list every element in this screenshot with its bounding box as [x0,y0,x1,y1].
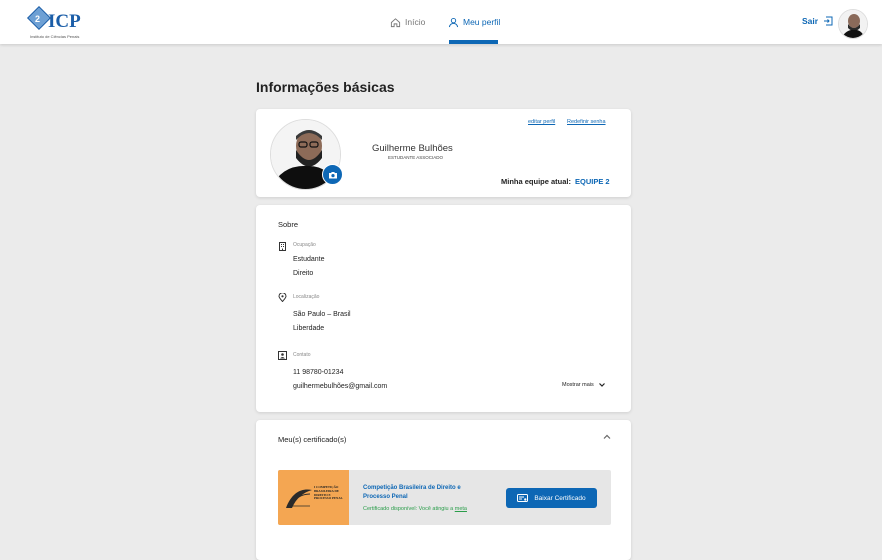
logo-text: ICP [48,11,81,32]
contact-label: Contato [293,352,311,358]
user-name: Guilherme Bulhões [372,143,453,154]
edit-profile-link[interactable]: editar perfil [528,119,555,125]
certificate-status: Certificado disponível: Você atingiu a m… [363,506,467,512]
certificate-thumbnail: I COMPETIÇÃO BRASILEIRA DE DIREITO E PRO… [278,470,349,525]
chevron-down-icon [598,383,605,387]
user-icon [448,17,459,27]
logo[interactable]: 2 ICP Instituto de Ciências Penais [26,5,82,41]
occupation-label: Ocupação [293,242,316,248]
nav-profile-label: Meu perfil [463,17,501,27]
location-line-2: Liberdade [293,325,325,332]
logout-button[interactable]: Sair [802,16,833,26]
logo-subtitle: Instituto de Ciências Penais [30,34,80,39]
certificates-title: Meu(s) certificado(s) [278,435,347,444]
occupation-line-1: Estudante [293,256,325,263]
contact-email: guilhermebulhões@gmail.com [293,383,388,390]
certificate-name: Competição Brasileira de Direito e Proce… [363,485,461,500]
page-title: Informações básicas [256,79,395,95]
show-more-button[interactable]: Mostrar mais [562,381,606,389]
active-tab-indicator [449,40,498,44]
certificate-goal-link[interactable]: meta [455,506,467,512]
svg-text:2: 2 [35,14,40,24]
building-icon [279,242,286,251]
nav-profile[interactable]: Meu perfil [448,14,500,30]
show-more-label: Mostrar mais [562,382,594,388]
team-label: Minha equipe atual: [501,177,572,186]
scales-logo-icon [286,489,312,509]
reset-password-link[interactable]: Redefinir senha [567,119,606,125]
location-pin-icon [278,293,287,302]
contact-phone: 11 98780-01234 [293,369,344,376]
certificate-status-text: Certificado disponível: Você atingiu a [363,506,454,512]
certificates-card: Meu(s) certificado(s) I COMPETIÇÃO BRASI… [256,420,631,560]
download-certificate-label: Baixar Certificado [534,494,586,502]
home-icon [390,17,401,27]
certificate-thumbnail-title: I COMPETIÇÃO BRASILEIRA DE DIREITO E PRO… [314,485,343,501]
team-value: EQUIPE 2 [575,177,610,186]
avatar-photo [839,10,867,38]
change-photo-button[interactable] [322,164,343,185]
certificate-icon [517,493,529,502]
top-header: 2 ICP Instituto de Ciências Penais Iníci… [0,0,882,44]
logout-icon [824,16,833,26]
about-card: Sobre Ocupação Estudante Direito Localiz… [256,205,631,412]
about-title: Sobre [278,220,299,229]
user-avatar[interactable] [838,9,868,39]
certificate-item: I COMPETIÇÃO BRASILEIRA DE DIREITO E PRO… [278,470,611,525]
nav-home[interactable]: Início [390,14,425,30]
profile-card: Guilherme Bulhões ESTUDANTE ASSOCIADO ed… [256,109,631,197]
nav-home-label: Início [405,17,426,27]
user-role: ESTUDANTE ASSOCIADO [388,155,444,160]
location-line-1: São Paulo – Brasil [293,311,351,318]
contact-card-icon [278,351,287,360]
location-label: Localização [293,294,320,300]
download-certificate-button[interactable]: Baixar Certificado [506,488,597,508]
occupation-line-2: Direito [293,270,314,277]
camera-icon [328,171,337,178]
logout-label: Sair [802,16,819,26]
chevron-up-icon[interactable] [602,432,612,442]
